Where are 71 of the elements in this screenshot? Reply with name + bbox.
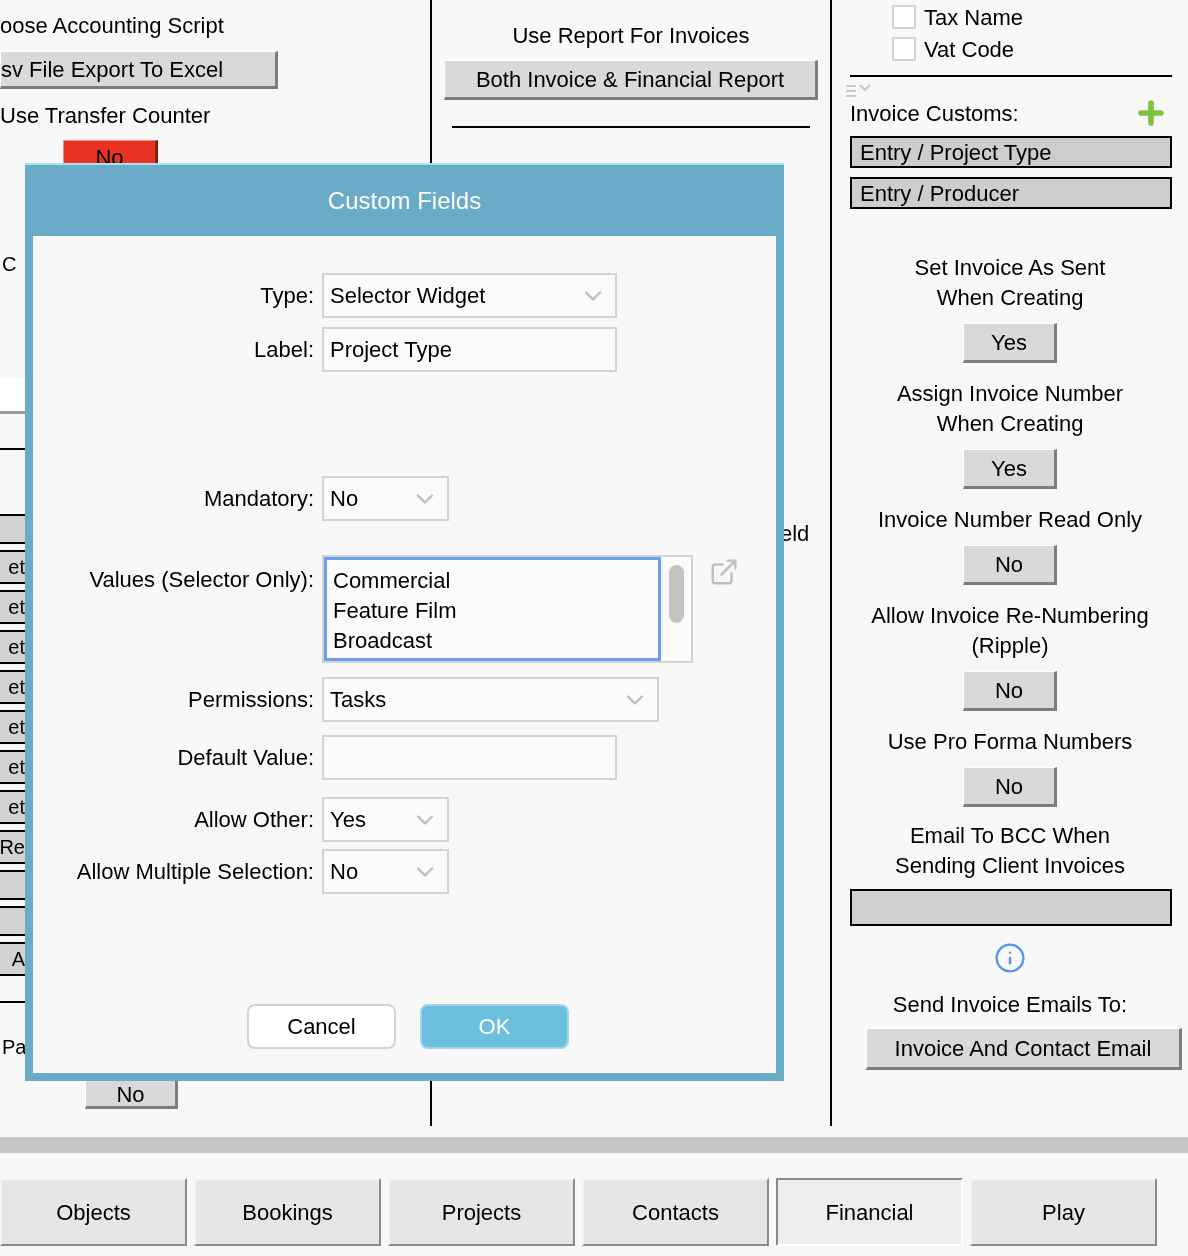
blank-button[interactable] (0, 906, 25, 936)
send-to-dropdown[interactable]: Invoice And Contact Email (866, 1028, 1182, 1070)
custom-entry[interactable]: Entry / Producer (850, 177, 1172, 209)
field-label: Mandatory: (203, 485, 314, 513)
select-field[interactable]: No (322, 476, 449, 521)
setting-toggle[interactable]: Yes (963, 323, 1057, 363)
list-option[interactable]: Feature Film (333, 596, 658, 626)
tab[interactable]: Contacts (582, 1178, 769, 1246)
setting-label: Allow Invoice Re-Numbering (Ripple) (871, 602, 1149, 660)
setting-label: Email To BCC When Sending Client Invoices (895, 822, 1125, 880)
blank-button[interactable] (0, 870, 25, 900)
list-option[interactable]: Broadcast (333, 626, 658, 656)
checkbox[interactable] (892, 37, 916, 61)
tab[interactable]: Financial (776, 1178, 963, 1246)
select-field[interactable]: Yes (322, 797, 449, 842)
bcc-field[interactable] (850, 889, 1172, 926)
info-icon[interactable] (994, 942, 1026, 974)
field-label: Type: (260, 282, 314, 310)
text-field[interactable] (0, 378, 25, 414)
dialog-title: Custom Fields (327, 185, 482, 216)
setting-toggle[interactable]: No (963, 545, 1057, 585)
select-field[interactable]: Selector Widget (322, 273, 617, 318)
blank-button[interactable] (0, 514, 25, 544)
setting-toggle[interactable]: No (963, 671, 1057, 711)
cancel-button[interactable]: Cancel (247, 1004, 396, 1049)
field-label: Label: (254, 336, 314, 364)
setting-label: Invoice Number Read Only (877, 506, 1143, 534)
cut-button[interactable]: et (0, 790, 25, 824)
setting-label: Set Invoice As Sent When Creating (914, 254, 1106, 312)
field-label: Allow Other: (194, 806, 314, 834)
section-label: Use Report For Invoices (512, 22, 750, 50)
section-label: Use Transfer Counter (0, 102, 212, 130)
field-label: Allow Multiple Selection: (76, 858, 314, 886)
cut-button[interactable]: et (0, 710, 25, 744)
cut-button[interactable]: et (0, 590, 25, 624)
cut-button[interactable]: et (0, 750, 25, 784)
checkbox-label: Vat Code (924, 35, 1015, 64)
setting-label: Send Invoice Emails To: (892, 991, 1128, 1019)
tab[interactable]: Bookings (194, 1178, 381, 1246)
checkbox-label: Tax Name (924, 3, 1024, 32)
scrollbar-thumb[interactable] (668, 565, 684, 623)
setting-toggle[interactable]: No (963, 767, 1057, 807)
cut-button[interactable]: A (0, 942, 25, 976)
setting-toggle[interactable]: Yes (963, 449, 1057, 489)
tab[interactable]: Projects (388, 1178, 575, 1246)
custom-entry[interactable]: Entry / Project Type (850, 136, 1172, 168)
list-option[interactable]: Commercial (333, 566, 658, 596)
cut-button[interactable]: et (0, 630, 25, 664)
cut-button[interactable]: et (0, 550, 25, 584)
tab[interactable]: Objects (0, 1178, 187, 1246)
report-dropdown[interactable]: Both Invoice & Financial Report (444, 60, 818, 100)
external-link-icon[interactable] (709, 557, 739, 587)
field-label: Values (Selector Only): (89, 566, 314, 594)
cut-label: C (1, 252, 17, 277)
field-label: Default Value: (177, 744, 314, 772)
tab[interactable]: Play (970, 1178, 1157, 1246)
section-label: oose Accounting Script (0, 12, 225, 40)
section-label: Invoice Customs: (850, 99, 1019, 128)
cut-button[interactable]: Re (0, 830, 25, 864)
setting-label: Assign Invoice Number When Creating (896, 380, 1124, 438)
checkbox[interactable] (892, 5, 916, 29)
script-dropdown[interactable]: sv File Export To Excel (0, 51, 278, 89)
field-label: Permissions: (188, 686, 314, 714)
text-field[interactable] (322, 735, 617, 780)
cut-label: Pa (1, 1035, 27, 1060)
text-field[interactable]: Project Type (322, 327, 617, 372)
values-list[interactable]: Commercial Feature Film Broadcast (322, 555, 693, 663)
select-field[interactable]: No (322, 849, 449, 894)
select-field[interactable]: Tasks (322, 677, 659, 722)
setting-label: Use Pro Forma Numbers (887, 728, 1133, 756)
cut-button[interactable]: et (0, 670, 25, 704)
